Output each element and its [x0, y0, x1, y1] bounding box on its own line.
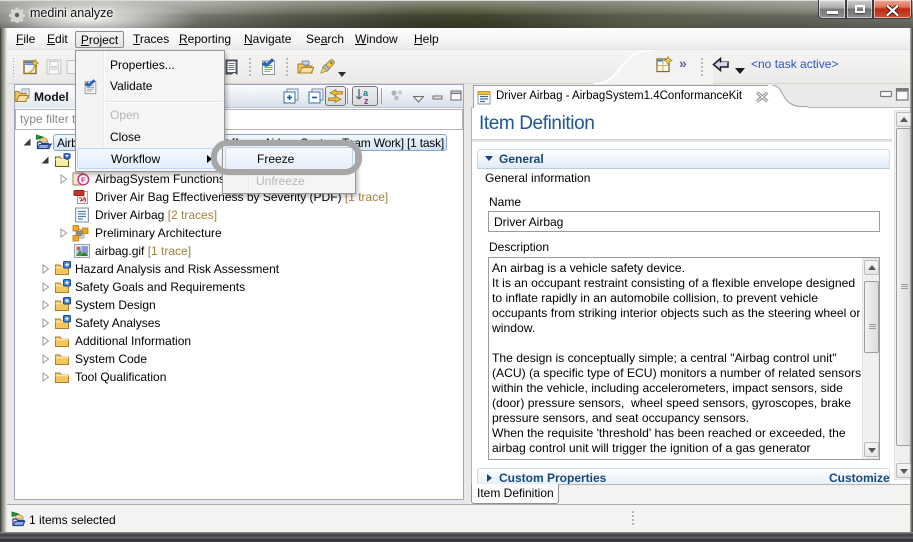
svg-text:z: z: [364, 96, 369, 105]
svg-text:F: F: [81, 175, 86, 184]
